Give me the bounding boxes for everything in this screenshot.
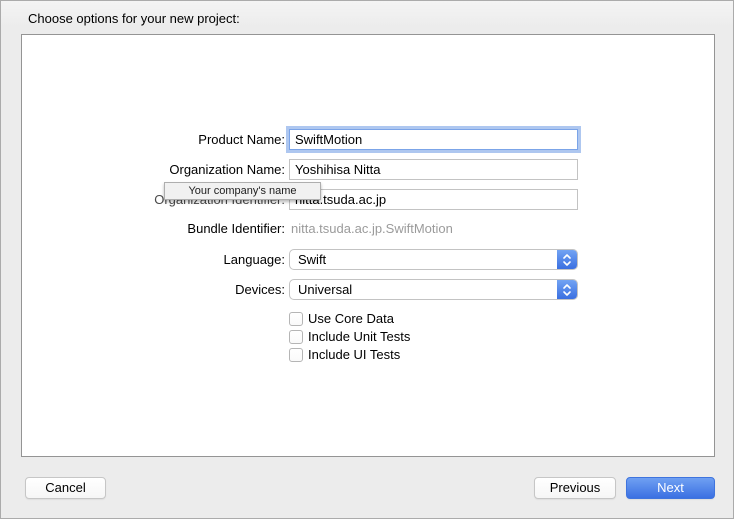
chevron-up-down-icon bbox=[557, 280, 577, 299]
language-popup[interactable]: Swift bbox=[289, 249, 578, 270]
include-ui-tests-option[interactable]: Include UI Tests bbox=[289, 348, 400, 362]
include-unit-tests-option[interactable]: Include Unit Tests bbox=[289, 330, 410, 344]
organization-name-label: Organization Name: bbox=[21, 159, 285, 180]
language-label: Language: bbox=[21, 249, 285, 270]
use-core-data-label: Use Core Data bbox=[308, 312, 394, 326]
devices-label: Devices: bbox=[21, 279, 285, 300]
include-ui-tests-label: Include UI Tests bbox=[308, 348, 400, 362]
bundle-identifier-label: Bundle Identifier: bbox=[21, 219, 285, 239]
product-name-label: Product Name: bbox=[21, 129, 285, 150]
organization-identifier-tooltip: Your company's name bbox=[164, 182, 321, 200]
language-selected-value: Swift bbox=[290, 252, 577, 267]
organization-identifier-input[interactable] bbox=[289, 189, 578, 210]
include-unit-tests-label: Include Unit Tests bbox=[308, 330, 410, 344]
include-ui-tests-checkbox[interactable] bbox=[289, 348, 303, 362]
new-project-options-dialog: Choose options for your new project: Pro… bbox=[0, 0, 734, 519]
devices-selected-value: Universal bbox=[290, 282, 577, 297]
organization-name-input[interactable] bbox=[289, 159, 578, 180]
product-name-input[interactable] bbox=[289, 129, 578, 150]
use-core-data-checkbox[interactable] bbox=[289, 312, 303, 326]
chevron-up-down-icon bbox=[557, 250, 577, 269]
bundle-identifier-value: nitta.tsuda.ac.jp.SwiftMotion bbox=[291, 219, 453, 239]
devices-popup[interactable]: Universal bbox=[289, 279, 578, 300]
include-unit-tests-checkbox[interactable] bbox=[289, 330, 303, 344]
use-core-data-option[interactable]: Use Core Data bbox=[289, 312, 394, 326]
